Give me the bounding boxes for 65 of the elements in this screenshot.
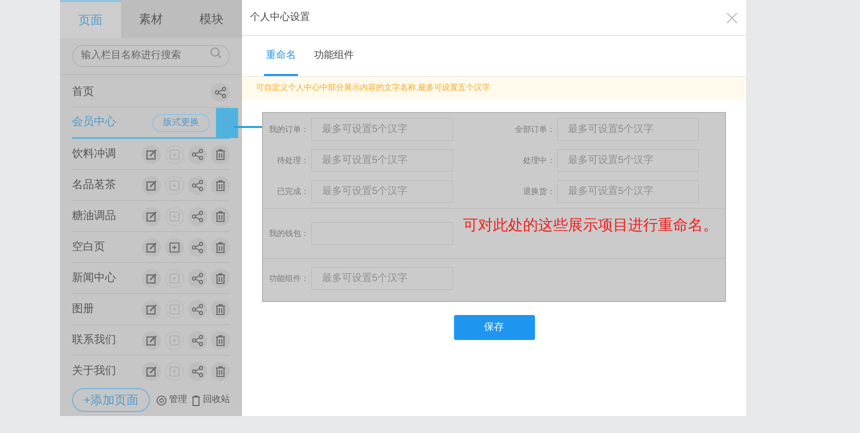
page-name[interactable]: 空白页 [72, 238, 138, 256]
trash-icon[interactable] [211, 362, 230, 380]
connector-line [234, 126, 262, 128]
search-field[interactable]: 输入栏目名称进行搜索 [72, 44, 230, 66]
field-label: 退换货： [523, 186, 555, 198]
edit-icon[interactable] [142, 238, 161, 256]
page-name[interactable]: 关于我们 [72, 362, 138, 380]
input-field[interactable]: 最多可设置5个汉字 [557, 118, 699, 141]
sidebar-tab[interactable]: 素材 [120, 0, 182, 38]
search-icon [210, 47, 222, 59]
trash-icon[interactable] [211, 330, 230, 350]
trash-icon[interactable] [211, 300, 230, 318]
share-icon[interactable] [188, 268, 207, 288]
page-name[interactable]: 名品茗茶 [72, 176, 138, 194]
sidebar-tab[interactable]: 模块 [181, 0, 242, 38]
share-icon[interactable] [188, 144, 207, 164]
trash-icon[interactable] [211, 144, 230, 164]
close-icon[interactable] [726, 12, 738, 24]
page-name[interactable]: 联系我们 [72, 332, 138, 348]
input-field[interactable]: 最多可设置5个汉字 [557, 149, 699, 172]
save-button[interactable]: 保存 [454, 315, 534, 340]
share-icon[interactable] [188, 362, 207, 380]
trash-icon[interactable] [211, 238, 230, 256]
input-field[interactable]: 最多可设置5个汉字 [311, 267, 453, 290]
page-name[interactable]: 新闻中心 [72, 270, 138, 286]
edit-icon[interactable] [142, 144, 161, 164]
share-icon[interactable] [188, 300, 207, 318]
input-field[interactable]: 最多可设置5个汉字 [311, 149, 453, 172]
edit-icon[interactable] [142, 176, 161, 194]
annotation-text: 可对此处的这些展示项目进行重命名。 [463, 216, 718, 236]
field-label: 处理中： [523, 154, 555, 166]
notice-bar: 可自定义个人中心中部分展示内容的文字名称,最多可设置五个汉字 [242, 77, 746, 99]
field-label: 已完成： [276, 186, 309, 198]
field-label: 待处理： [276, 154, 309, 166]
share-icon[interactable] [188, 176, 207, 194]
page-name[interactable]: 首页 [72, 84, 207, 100]
footer-link[interactable]: 管理 [169, 393, 187, 407]
page-name[interactable]: 图册 [72, 300, 138, 318]
dialog-title: 个人中心设置 [250, 10, 311, 25]
trash-icon [191, 394, 201, 406]
edit-icon[interactable] [142, 268, 161, 288]
trash-icon[interactable] [211, 268, 230, 288]
footer-link[interactable]: 回收站 [203, 393, 230, 407]
edit-icon[interactable] [142, 206, 161, 226]
field-label: 我的钱包： [268, 228, 309, 240]
field-label: 功能组件： [268, 272, 309, 284]
gear-icon [156, 394, 167, 406]
field-label: 全部订单： [515, 124, 555, 136]
page-name[interactable]: 糖油调品 [72, 208, 138, 224]
trash-icon[interactable] [211, 206, 230, 226]
trash-icon[interactable] [211, 176, 230, 194]
input-field[interactable]: 最多可设置5个汉字 [557, 180, 699, 203]
share-icon[interactable] [211, 82, 230, 102]
share-icon[interactable] [188, 330, 207, 350]
share-icon[interactable] [188, 238, 207, 256]
input-field[interactable]: 最多可设置5个汉字 [311, 180, 453, 203]
page-name[interactable]: 饮料冲调 [72, 146, 138, 162]
copy-icon[interactable] [165, 238, 184, 256]
share-icon[interactable] [188, 206, 207, 226]
edit-icon[interactable] [142, 362, 161, 380]
edit-icon[interactable] [142, 300, 161, 318]
input-field[interactable]: 最多可设置5个汉字 [311, 118, 453, 141]
edit-icon[interactable] [142, 330, 161, 350]
field-label: 我的订单： [268, 124, 309, 136]
dialog-tab[interactable]: 功能组件 [312, 36, 356, 76]
